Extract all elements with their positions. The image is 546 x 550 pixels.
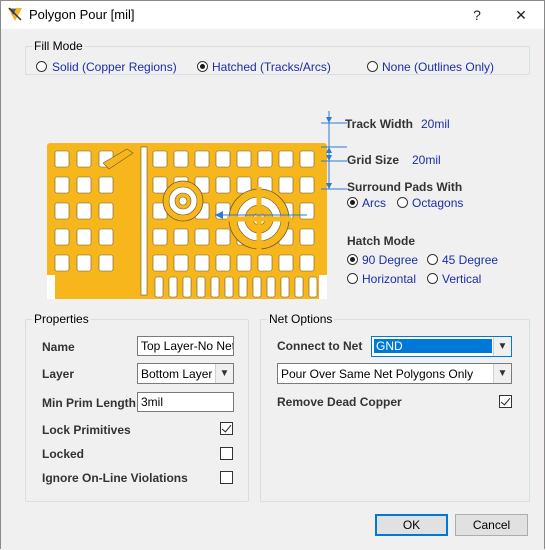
- min-prim-length-field[interactable]: 3mil: [137, 392, 234, 412]
- app-icon: [8, 7, 22, 21]
- ignore-violations-label: Ignore On-Line Violations: [42, 471, 188, 485]
- fill-none-label[interactable]: None (Outlines Only): [382, 60, 494, 74]
- dialog-body: Fill Mode Solid (Copper Regions) Hatched…: [1, 29, 544, 550]
- fill-solid-label[interactable]: Solid (Copper Regions): [52, 60, 177, 74]
- layer-select[interactable]: Bottom Layer ▼: [137, 363, 234, 384]
- fill-solid-radio[interactable]: [36, 61, 47, 72]
- connect-to-net-select[interactable]: GND ▼: [371, 336, 512, 357]
- locked-label: Locked: [42, 447, 85, 461]
- help-button[interactable]: ?: [459, 3, 495, 27]
- ignore-violations-checkbox[interactable]: [220, 471, 233, 484]
- surround-pads-label: Surround Pads With: [347, 180, 463, 194]
- hatch-horizontal-label[interactable]: Horizontal: [362, 272, 416, 286]
- lock-primitives-checkbox[interactable]: [220, 422, 233, 435]
- close-button[interactable]: ✕: [503, 3, 539, 27]
- track-width-label: Track Width: [345, 117, 413, 131]
- fill-hatched-label[interactable]: Hatched (Tracks/Arcs): [212, 60, 331, 74]
- chevron-down-icon[interactable]: ▼: [215, 364, 233, 383]
- cancel-button[interactable]: Cancel: [455, 514, 528, 536]
- hatch-vertical-radio[interactable]: [427, 273, 438, 284]
- copper-hatch-graphic: [47, 143, 327, 299]
- surround-octagons-label[interactable]: Octagons: [412, 196, 463, 210]
- chevron-down-icon[interactable]: ▼: [493, 364, 511, 383]
- net-options-legend: Net Options: [269, 312, 333, 326]
- title-bar: Polygon Pour [mil] ? ✕: [1, 1, 544, 29]
- min-prim-length-label: Min Prim Length: [42, 396, 136, 410]
- fill-hatched-radio[interactable]: [197, 61, 208, 72]
- lock-primitives-label: Lock Primitives: [42, 423, 131, 437]
- ok-button[interactable]: OK: [375, 514, 448, 536]
- name-field[interactable]: Top Layer-No Net: [137, 336, 234, 356]
- layer-value: Bottom Layer: [141, 367, 213, 381]
- window-title: Polygon Pour [mil]: [29, 7, 135, 22]
- hatch-vertical-label[interactable]: Vertical: [442, 272, 481, 286]
- remove-dead-copper-checkbox[interactable]: [499, 395, 512, 408]
- grid-size-label: Grid Size: [347, 153, 400, 167]
- connect-to-net-label: Connect to Net: [277, 339, 363, 353]
- layer-label: Layer: [42, 367, 75, 381]
- track-width-value[interactable]: 20mil: [421, 117, 450, 131]
- hatch-90-radio[interactable]: [347, 254, 358, 265]
- polygon-pour-dialog: Polygon Pour [mil] ? ✕ Fill Mode Solid (…: [0, 0, 545, 550]
- locked-checkbox[interactable]: [220, 447, 233, 460]
- fill-mode-legend: Fill Mode: [34, 39, 83, 53]
- surround-octagons-radio[interactable]: [397, 197, 408, 208]
- fill-none-radio[interactable]: [367, 61, 378, 72]
- hatch-45-label[interactable]: 45 Degree: [442, 253, 498, 267]
- name-label: Name: [42, 340, 75, 354]
- remove-dead-copper-label: Remove Dead Copper: [277, 395, 402, 409]
- properties-legend: Properties: [34, 312, 89, 326]
- hatch-horizontal-radio[interactable]: [347, 273, 358, 284]
- hatch-90-label[interactable]: 90 Degree: [362, 253, 418, 267]
- surround-arcs-label[interactable]: Arcs: [362, 196, 386, 210]
- surround-arcs-radio[interactable]: [347, 197, 358, 208]
- hatch-preview-diagram: [47, 143, 327, 299]
- pour-over-select[interactable]: Pour Over Same Net Polygons Only ▼: [277, 363, 512, 384]
- hatch-45-radio[interactable]: [427, 254, 438, 265]
- pour-over-value: Pour Over Same Net Polygons Only: [281, 367, 474, 381]
- grid-size-value[interactable]: 20mil: [412, 153, 441, 167]
- chevron-down-icon[interactable]: ▼: [493, 337, 511, 356]
- connect-to-net-value: GND: [374, 339, 492, 353]
- hatch-mode-label: Hatch Mode: [347, 234, 416, 248]
